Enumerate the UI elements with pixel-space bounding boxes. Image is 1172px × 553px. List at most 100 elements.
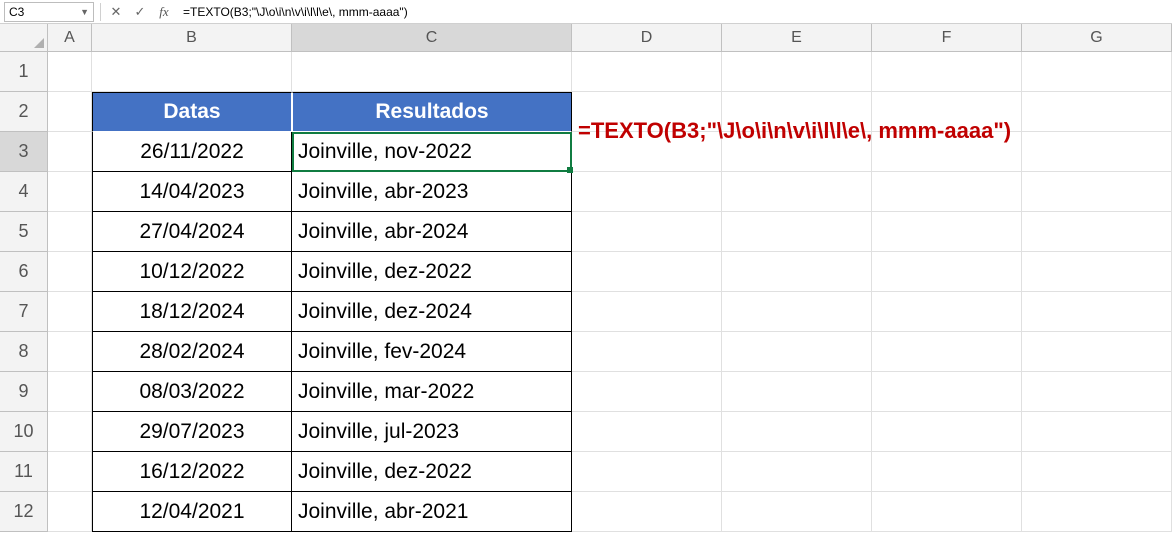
cell-f10[interactable] xyxy=(872,412,1022,452)
cell-e8[interactable] xyxy=(722,332,872,372)
row-header-2[interactable]: 2 xyxy=(0,92,48,132)
cell-f12[interactable] xyxy=(872,492,1022,532)
cell-f4[interactable] xyxy=(872,172,1022,212)
cell-f5[interactable] xyxy=(872,212,1022,252)
cell-b10[interactable]: 29/07/2023 xyxy=(92,412,292,452)
row-header-12[interactable]: 12 xyxy=(0,492,48,532)
cell-c1[interactable] xyxy=(292,52,572,92)
cell-e5[interactable] xyxy=(722,212,872,252)
cell-b3[interactable]: 26/11/2022 xyxy=(92,132,292,172)
row-header-1[interactable]: 1 xyxy=(0,52,48,92)
row-header-8[interactable]: 8 xyxy=(0,332,48,372)
cell-b1[interactable] xyxy=(92,52,292,92)
cell-b8[interactable]: 28/02/2024 xyxy=(92,332,292,372)
cell-d1[interactable] xyxy=(572,52,722,92)
cell-f8[interactable] xyxy=(872,332,1022,372)
cell-a8[interactable] xyxy=(48,332,92,372)
cell-a1[interactable] xyxy=(48,52,92,92)
cell-d9[interactable] xyxy=(572,372,722,412)
row-header-11[interactable]: 11 xyxy=(0,452,48,492)
cell-b12[interactable]: 12/04/2021 xyxy=(92,492,292,532)
name-box[interactable]: C3 ▼ xyxy=(4,2,94,22)
cancel-icon[interactable]: ✕ xyxy=(107,3,125,21)
cell-d10[interactable] xyxy=(572,412,722,452)
cell-c9[interactable]: Joinville, mar-2022 xyxy=(292,372,572,412)
cell-e9[interactable] xyxy=(722,372,872,412)
cell-b7[interactable]: 18/12/2024 xyxy=(92,292,292,332)
formula-input[interactable]: =TEXTO(B3;"\J\o\i\n\v\i\l\l\e\, mmm-aaaa… xyxy=(179,2,1168,22)
cell-f11[interactable] xyxy=(872,452,1022,492)
row-header-10[interactable]: 10 xyxy=(0,412,48,452)
cell-f7[interactable] xyxy=(872,292,1022,332)
cell-g11[interactable] xyxy=(1022,452,1172,492)
cell-a7[interactable] xyxy=(48,292,92,332)
cell-d6[interactable] xyxy=(572,252,722,292)
cell-a2[interactable] xyxy=(48,92,92,132)
col-header-c[interactable]: C xyxy=(292,24,572,52)
cell-d12[interactable] xyxy=(572,492,722,532)
cell-c4[interactable]: Joinville, abr-2023 xyxy=(292,172,572,212)
cell-g8[interactable] xyxy=(1022,332,1172,372)
cell-e7[interactable] xyxy=(722,292,872,332)
cell-c10[interactable]: Joinville, jul-2023 xyxy=(292,412,572,452)
cell-g6[interactable] xyxy=(1022,252,1172,292)
cell-g10[interactable] xyxy=(1022,412,1172,452)
cell-d5[interactable] xyxy=(572,212,722,252)
cell-g12[interactable] xyxy=(1022,492,1172,532)
cell-a9[interactable] xyxy=(48,372,92,412)
cell-d4[interactable] xyxy=(572,172,722,212)
select-all-corner[interactable] xyxy=(0,24,48,52)
cell-e11[interactable] xyxy=(722,452,872,492)
cell-g4[interactable] xyxy=(1022,172,1172,212)
cell-a12[interactable] xyxy=(48,492,92,532)
cell-a10[interactable] xyxy=(48,412,92,452)
row-header-6[interactable]: 6 xyxy=(0,252,48,292)
chevron-down-icon[interactable]: ▼ xyxy=(80,7,89,17)
cell-g1[interactable] xyxy=(1022,52,1172,92)
cell-a4[interactable] xyxy=(48,172,92,212)
cell-c12[interactable]: Joinville, abr-2021 xyxy=(292,492,572,532)
cell-d8[interactable] xyxy=(572,332,722,372)
cell-e12[interactable] xyxy=(722,492,872,532)
row-header-3[interactable]: 3 xyxy=(0,132,48,172)
cell-c2[interactable]: Resultados xyxy=(292,92,572,132)
accept-icon[interactable]: ✓ xyxy=(131,3,149,21)
cell-g9[interactable] xyxy=(1022,372,1172,412)
cell-e1[interactable] xyxy=(722,52,872,92)
cell-f6[interactable] xyxy=(872,252,1022,292)
cell-c7[interactable]: Joinville, dez-2024 xyxy=(292,292,572,332)
cell-g3[interactable] xyxy=(1022,132,1172,172)
row-header-4[interactable]: 4 xyxy=(0,172,48,212)
col-header-d[interactable]: D xyxy=(572,24,722,52)
cell-a5[interactable] xyxy=(48,212,92,252)
cell-f1[interactable] xyxy=(872,52,1022,92)
col-header-e[interactable]: E xyxy=(722,24,872,52)
col-header-f[interactable]: F xyxy=(872,24,1022,52)
cell-c3[interactable]: Joinville, nov-2022 xyxy=(292,132,572,172)
cell-b4[interactable]: 14/04/2023 xyxy=(92,172,292,212)
cell-b2[interactable]: Datas xyxy=(92,92,292,132)
cell-b6[interactable]: 10/12/2022 xyxy=(92,252,292,292)
row-header-7[interactable]: 7 xyxy=(0,292,48,332)
cell-b5[interactable]: 27/04/2024 xyxy=(92,212,292,252)
col-header-a[interactable]: A xyxy=(48,24,92,52)
cell-g7[interactable] xyxy=(1022,292,1172,332)
cell-c11[interactable]: Joinville, dez-2022 xyxy=(292,452,572,492)
cell-a6[interactable] xyxy=(48,252,92,292)
cell-a11[interactable] xyxy=(48,452,92,492)
col-header-b[interactable]: B xyxy=(92,24,292,52)
cell-a3[interactable] xyxy=(48,132,92,172)
cell-b9[interactable]: 08/03/2022 xyxy=(92,372,292,412)
row-header-5[interactable]: 5 xyxy=(0,212,48,252)
fx-icon[interactable]: fx xyxy=(155,3,173,21)
cell-g5[interactable] xyxy=(1022,212,1172,252)
row-header-9[interactable]: 9 xyxy=(0,372,48,412)
col-header-g[interactable]: G xyxy=(1022,24,1172,52)
cell-g2[interactable] xyxy=(1022,92,1172,132)
cell-c8[interactable]: Joinville, fev-2024 xyxy=(292,332,572,372)
cell-c5[interactable]: Joinville, abr-2024 xyxy=(292,212,572,252)
cell-f9[interactable] xyxy=(872,372,1022,412)
cell-e4[interactable] xyxy=(722,172,872,212)
cell-c6[interactable]: Joinville, dez-2022 xyxy=(292,252,572,292)
cell-e10[interactable] xyxy=(722,412,872,452)
